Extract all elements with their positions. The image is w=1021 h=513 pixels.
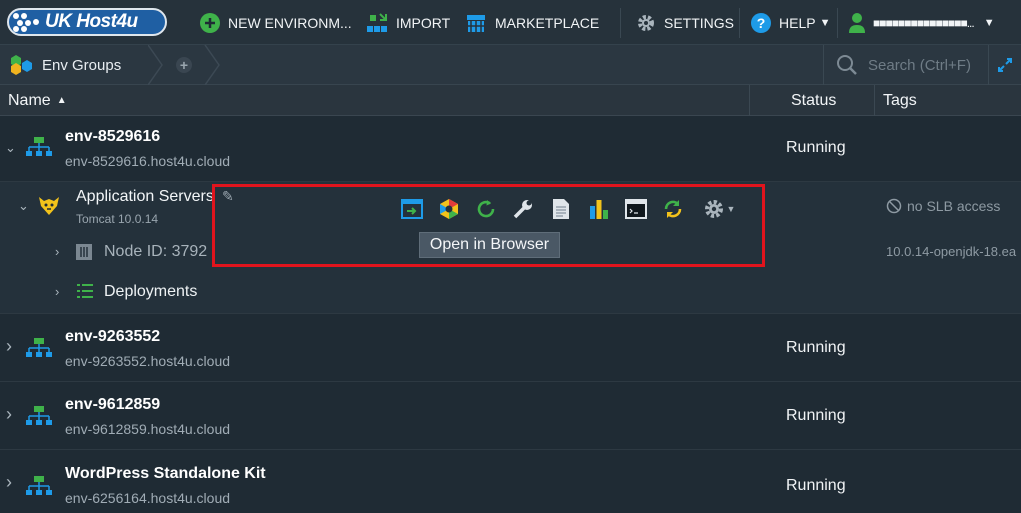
tooltip-text: Open in Browser xyxy=(429,236,550,253)
breadcrumb-bar: Env Groups + Search (Ctrl+F) xyxy=(0,45,1021,85)
env-groups-label: Env Groups xyxy=(42,56,122,74)
user-menu[interactable]: ■■■■■■■■■■■■■■■... ▼ xyxy=(849,0,995,45)
settings-label: SETTINGS xyxy=(664,14,735,31)
env-name[interactable]: env-9263552 xyxy=(65,328,160,346)
environment-topology-icon xyxy=(26,406,52,425)
name-column-header[interactable]: Name ▲ xyxy=(8,85,67,116)
new-environment-label: NEW ENVIRONM... xyxy=(228,14,352,31)
search-icon xyxy=(837,55,857,75)
status-header-label: Status xyxy=(791,91,837,109)
chevron-right-icon[interactable]: › xyxy=(6,336,12,357)
env-groups-crumb[interactable]: Env Groups xyxy=(0,45,121,85)
deployments-list-icon xyxy=(77,284,93,298)
status-text: Running xyxy=(786,407,846,424)
chevron-down-icon: ▼ xyxy=(726,204,736,214)
search-placeholder: Search (Ctrl+F) xyxy=(868,56,971,74)
log-file-icon[interactable] xyxy=(549,197,573,221)
env-url[interactable]: env-6256164.host4u.cloud xyxy=(65,490,230,506)
status-text: Running xyxy=(786,339,846,356)
env-url[interactable]: env-9263552.host4u.cloud xyxy=(65,353,230,369)
expand-icon[interactable] xyxy=(988,45,1021,85)
settings-button[interactable]: SETTINGS xyxy=(636,0,734,45)
add-ons-icon[interactable] xyxy=(437,197,461,221)
marketplace-label: MARKETPLACE xyxy=(495,14,600,31)
column-divider xyxy=(874,85,875,116)
search-input[interactable]: Search (Ctrl+F) xyxy=(823,45,988,85)
divider xyxy=(739,8,740,38)
import-button[interactable]: IMPORT xyxy=(366,0,450,45)
environment-topology-icon xyxy=(26,338,52,357)
env-name[interactable]: env-8529616 xyxy=(65,128,160,146)
statistics-icon[interactable] xyxy=(587,197,611,221)
environment-topology-icon xyxy=(26,137,52,156)
hexagons-icon xyxy=(11,55,32,75)
chevron-right-icon[interactable]: › xyxy=(55,244,59,259)
help-label: HELP xyxy=(779,14,816,31)
node-tag: 10.0.14-openjdk-18.ea xyxy=(886,244,1017,259)
logo-text: UK Host4u xyxy=(45,11,138,32)
chevron-down-icon: ▼ xyxy=(983,16,995,29)
name-header-label: Name xyxy=(8,91,51,109)
tags-header-label: Tags xyxy=(883,91,917,109)
top-bar: UK Host4u NEW ENVIRONM... IMPORT MARKETP… xyxy=(0,0,1021,45)
logo[interactable]: UK Host4u xyxy=(7,8,167,36)
table-row[interactable]: › WordPress Standalone Kit env-6256164.h… xyxy=(0,450,1021,513)
divider xyxy=(620,8,621,38)
user-icon xyxy=(849,12,865,33)
deployments-label[interactable]: Deployments xyxy=(104,283,197,301)
sort-asc-icon: ▲ xyxy=(56,95,67,106)
blocked-icon xyxy=(886,198,902,214)
table-row[interactable]: › env-9612859 env-9612859.host4u.cloud R… xyxy=(0,382,1021,450)
tomcat-icon xyxy=(39,197,59,215)
chevron-right-icon[interactable]: › xyxy=(6,404,12,425)
restart-icon[interactable] xyxy=(474,197,498,221)
import-label: IMPORT xyxy=(396,14,451,31)
env-name[interactable]: env-9612859 xyxy=(65,396,160,414)
new-environment-button[interactable]: NEW ENVIRONM... xyxy=(200,0,352,45)
help-button[interactable]: ? HELP ▼ xyxy=(751,0,830,45)
node-icon xyxy=(76,244,92,260)
node-id[interactable]: Node ID: 3792 xyxy=(104,243,207,261)
status-text: Running xyxy=(786,477,846,494)
web-ssh-icon[interactable] xyxy=(624,197,648,221)
slb-access-label: no SLB access xyxy=(886,198,1000,214)
marketplace-button[interactable]: MARKETPLACE xyxy=(465,0,599,45)
add-group-icon[interactable]: + xyxy=(176,57,192,73)
table-row[interactable]: › env-9263552 env-9263552.host4u.cloud R… xyxy=(0,314,1021,382)
env-url[interactable]: env-9612859.host4u.cloud xyxy=(65,421,230,437)
help-icon: ? xyxy=(751,12,771,33)
column-divider xyxy=(749,85,750,116)
gear-icon xyxy=(636,13,656,33)
chevron-down-icon[interactable]: ⌄ xyxy=(18,198,29,214)
user-name: ■■■■■■■■■■■■■■■... xyxy=(873,15,975,30)
plus-circle-icon xyxy=(200,12,220,33)
divider xyxy=(837,8,838,38)
wrench-icon[interactable] xyxy=(511,197,535,221)
node-group-title[interactable]: Application Servers xyxy=(76,188,214,206)
chevron-right-icon[interactable]: › xyxy=(55,284,59,299)
redeploy-icon[interactable] xyxy=(661,197,685,221)
open-in-browser-icon[interactable] xyxy=(400,197,424,221)
settings-gear-icon[interactable]: ▼ xyxy=(699,197,739,221)
svg-text:?: ? xyxy=(757,15,766,31)
status-text: Running xyxy=(786,139,846,156)
logo-dots-icon xyxy=(13,13,39,32)
env-name[interactable]: WordPress Standalone Kit xyxy=(65,465,266,483)
no-slb-text: no SLB access xyxy=(907,198,1001,214)
basket-icon xyxy=(465,12,487,34)
status-column-header[interactable]: Status xyxy=(791,85,836,116)
node-group-subtitle: Tomcat 10.0.14 xyxy=(76,212,159,226)
tooltip: Open in Browser xyxy=(419,232,560,258)
tags-column-header[interactable]: Tags xyxy=(883,85,917,116)
chevron-down-icon[interactable]: ⌄ xyxy=(5,140,16,156)
env-url[interactable]: env-8529616.host4u.cloud xyxy=(65,153,230,169)
environment-topology-icon xyxy=(26,476,52,495)
chevron-down-icon: ▼ xyxy=(819,16,831,29)
table-header: Name ▲ Status Tags xyxy=(0,85,1021,116)
import-icon xyxy=(366,12,388,34)
table-row[interactable]: ⌄ env-8529616 env-8529616.host4u.cloud R… xyxy=(0,116,1021,182)
chevron-right-icon[interactable]: › xyxy=(6,472,12,493)
